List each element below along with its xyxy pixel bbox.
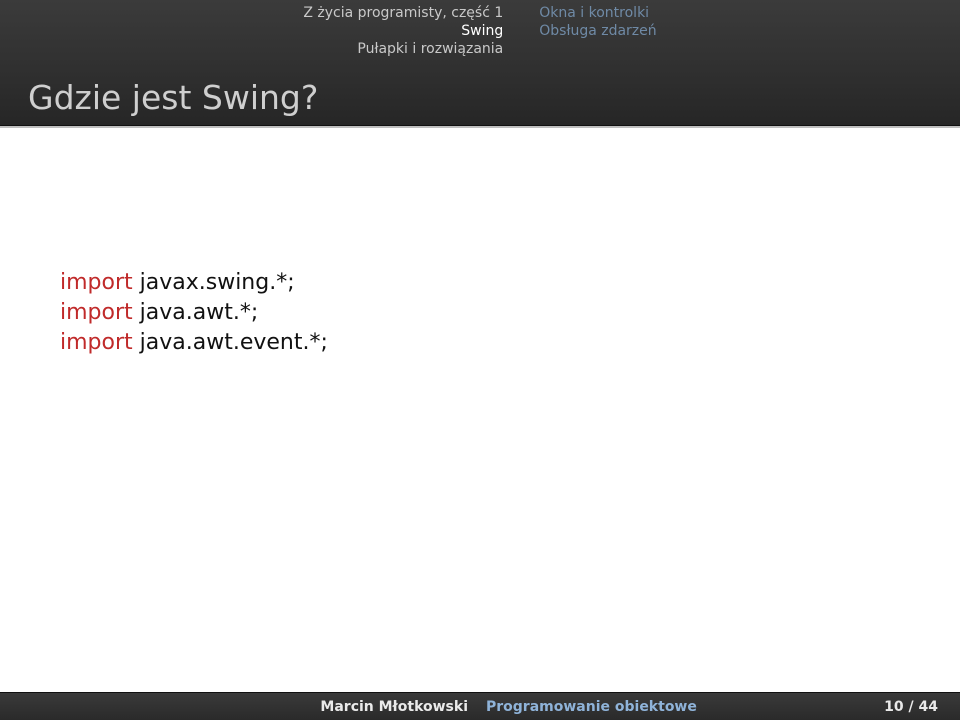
section-link[interactable]: Z życia programisty, część 1 xyxy=(303,4,503,22)
code-line: import java.awt.*; xyxy=(60,298,328,328)
code-text: java.awt.event.*; xyxy=(133,330,328,355)
subsection-link[interactable]: Obsługa zdarzeń xyxy=(539,22,656,40)
footer-page: 10 / 44 xyxy=(884,699,960,715)
subsection-link[interactable]: Okna i kontrolki xyxy=(539,4,656,22)
slide-title: Gdzie jest Swing? xyxy=(28,78,318,117)
keyword: import xyxy=(60,300,133,325)
code-text: java.awt.*; xyxy=(133,300,259,325)
code-line: import java.awt.event.*; xyxy=(60,328,328,358)
subsection-nav: Okna i kontrolki Obsługa zdarzeń xyxy=(539,4,656,58)
section-nav: Z życia programisty, część 1 Swing Pułap… xyxy=(303,4,503,58)
slide-body: import javax.swing.*; import java.awt.*;… xyxy=(0,128,960,692)
header-nav: Z życia programisty, część 1 Swing Pułap… xyxy=(0,4,960,58)
keyword: import xyxy=(60,330,133,355)
code-block: import javax.swing.*; import java.awt.*;… xyxy=(60,268,328,358)
code-text: javax.swing.*; xyxy=(133,270,295,295)
section-link-current[interactable]: Swing xyxy=(303,22,503,40)
footer-course[interactable]: Programowanie obiektowe xyxy=(480,699,884,715)
slide-header: Z życia programisty, część 1 Swing Pułap… xyxy=(0,0,960,126)
slide: Z życia programisty, część 1 Swing Pułap… xyxy=(0,0,960,720)
slide-footer: Marcin Młotkowski Programowanie obiektow… xyxy=(0,692,960,720)
keyword: import xyxy=(60,270,133,295)
footer-author: Marcin Młotkowski xyxy=(0,699,480,715)
code-line: import javax.swing.*; xyxy=(60,268,328,298)
section-link[interactable]: Pułapki i rozwiązania xyxy=(303,40,503,58)
